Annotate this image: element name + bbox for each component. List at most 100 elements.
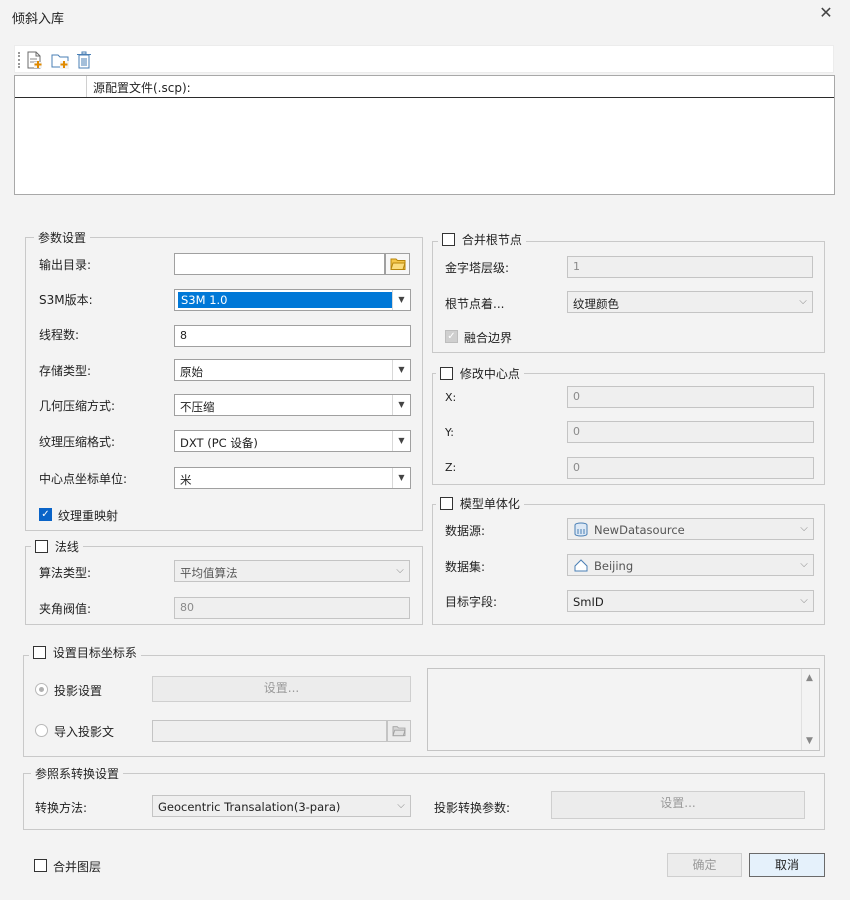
texture-remap-checkbox[interactable]: ✓ [39, 508, 52, 521]
import-projection-input[interactable] [152, 720, 387, 742]
list-header-blank-column [15, 76, 87, 97]
browse-folder-button[interactable] [385, 253, 410, 275]
source-config-list[interactable]: 源配置文件(.scp): [14, 75, 835, 195]
center-unit-select[interactable]: 米 ▼ [174, 467, 411, 489]
list-header: 源配置文件(.scp): [15, 76, 834, 98]
algorithm-type-label: 算法类型: [39, 566, 92, 580]
x-label: X: [445, 391, 457, 404]
texture-compression-select[interactable]: DXT (PC 设备) ▼ [174, 430, 411, 452]
storage-type-select[interactable]: 原始 ▼ [174, 359, 411, 381]
geometry-compression-select[interactable]: 不压缩 ▼ [174, 394, 411, 416]
add-folder-icon[interactable] [51, 51, 69, 69]
s3m-version-label: S3M版本: [39, 293, 93, 307]
pyramid-level-label: 金字塔层级: [445, 261, 510, 275]
transform-method-value: Geocentric Transalation(3-para) [158, 800, 341, 814]
chevron-down-icon[interactable]: ⌵ [795, 555, 813, 575]
chevron-down-icon[interactable]: ⌵ [391, 561, 409, 581]
texture-compression-value: DXT (PC 设备) [180, 436, 258, 450]
cancel-button[interactable]: 取消 [749, 853, 825, 877]
ok-button[interactable]: 确定 [667, 853, 742, 877]
import-projection-label: 导入投影文 [54, 725, 115, 739]
storage-type-label: 存储类型: [39, 364, 92, 378]
projection-settings-label: 投影设置 [54, 684, 103, 698]
x-input[interactable]: 0 [567, 386, 814, 408]
transform-method-label: 转换方法: [35, 801, 88, 815]
algorithm-type-select[interactable]: 平均值算法 ⌵ [174, 560, 410, 582]
target-crs-legend: 设置目标坐标系 [52, 646, 137, 660]
chevron-down-icon[interactable]: ▼ [392, 360, 410, 380]
import-projection-browse-button[interactable] [387, 720, 411, 742]
target-field-select[interactable]: SmID ⌵ [567, 590, 814, 612]
merge-root-checkbox[interactable] [442, 233, 455, 246]
projection-text-area[interactable]: ▲ ▼ [427, 668, 820, 751]
transform-legend: 参照系转换设置 [31, 765, 124, 782]
vertical-scrollbar[interactable]: ▲ ▼ [801, 669, 819, 750]
chevron-down-icon[interactable]: ⌵ [794, 292, 812, 312]
texture-compression-label: 纹理压缩格式: [39, 435, 116, 449]
delete-icon[interactable] [75, 51, 93, 69]
window-title: 倾斜入库 [12, 12, 65, 27]
storage-type-value: 原始 [180, 365, 203, 379]
close-icon[interactable]: ✕ [817, 4, 835, 22]
import-projection-radio[interactable] [35, 724, 48, 737]
transform-method-select[interactable]: Geocentric Transalation(3-para) ⌵ [152, 795, 411, 817]
transform-params-label: 投影转换参数: [434, 801, 511, 815]
params-legend: 参数设置 [34, 229, 91, 246]
threads-label: 线程数: [39, 328, 80, 342]
angle-threshold-label: 夹角阀值: [39, 602, 92, 616]
target-crs-legend-wrap: 设置目标坐标系 [29, 644, 141, 661]
target-field-label: 目标字段: [445, 595, 498, 609]
scroll-down-icon[interactable]: ▼ [806, 736, 813, 746]
texture-remap-label: 纹理重映射 [58, 509, 119, 523]
y-label: Y: [445, 426, 454, 439]
model-singulation-checkbox[interactable] [440, 497, 453, 510]
scroll-up-icon[interactable]: ▲ [806, 673, 813, 683]
normal-checkbox[interactable] [35, 540, 48, 553]
dataset-label: 数据集: [445, 560, 486, 574]
datasource-value: NewDatasource [594, 523, 685, 537]
transform-params-button[interactable]: 设置... [551, 791, 805, 819]
root-node-color-select[interactable]: 纹理颜色 ⌵ [567, 291, 813, 313]
merge-layers-checkbox[interactable] [34, 859, 47, 872]
pyramid-level-input[interactable]: 1 [567, 256, 813, 278]
normal-legend-wrap: 法线 [31, 538, 83, 555]
s3m-version-value: S3M 1.0 [181, 293, 228, 307]
center-point-legend: 修改中心点 [459, 367, 520, 381]
chevron-down-icon[interactable]: ⌵ [392, 796, 410, 816]
y-input[interactable]: 0 [567, 421, 814, 443]
root-node-color-value: 纹理颜色 [573, 297, 619, 311]
merge-root-legend: 合并根节点 [461, 233, 522, 247]
toolbar [14, 45, 834, 73]
list-header-source-column: 源配置文件(.scp): [93, 81, 191, 95]
chevron-down-icon[interactable]: ▼ [392, 431, 410, 451]
model-singulation-legend-wrap: 模型单体化 [436, 495, 524, 512]
center-point-checkbox[interactable] [440, 367, 453, 380]
folder-icon [390, 258, 406, 270]
angle-threshold-input[interactable]: 80 [174, 597, 410, 619]
chevron-down-icon[interactable]: ⌵ [795, 591, 813, 611]
add-file-icon[interactable] [25, 51, 43, 69]
threads-input[interactable]: 8 [174, 325, 411, 347]
target-crs-checkbox[interactable] [33, 646, 46, 659]
root-node-color-label: 根节点着... [445, 297, 505, 311]
target-field-value: SmID [573, 595, 604, 609]
model-singulation-legend: 模型单体化 [459, 497, 520, 511]
projection-settings-radio[interactable] [35, 683, 48, 696]
s3m-version-select[interactable]: S3M 1.0 ▼ [174, 289, 411, 311]
datasource-label: 数据源: [445, 524, 486, 538]
datasource-select[interactable]: NewDatasource ⌵ [567, 518, 814, 540]
chevron-down-icon[interactable]: ▼ [392, 468, 410, 488]
output-dir-input[interactable] [174, 253, 385, 275]
datasource-icon [574, 522, 588, 537]
z-label: Z: [445, 461, 457, 474]
center-unit-value: 米 [180, 473, 192, 487]
chevron-down-icon[interactable]: ▼ [392, 290, 410, 310]
z-input[interactable]: 0 [567, 457, 814, 479]
chevron-down-icon[interactable]: ▼ [392, 395, 410, 415]
blend-boundary-checkbox[interactable]: ✓ [445, 330, 458, 343]
projection-settings-button[interactable]: 设置... [152, 676, 411, 702]
center-point-legend-wrap: 修改中心点 [436, 365, 524, 382]
geometry-compression-value: 不压缩 [180, 400, 215, 414]
chevron-down-icon[interactable]: ⌵ [795, 519, 813, 539]
dataset-select[interactable]: Beijing ⌵ [567, 554, 814, 576]
